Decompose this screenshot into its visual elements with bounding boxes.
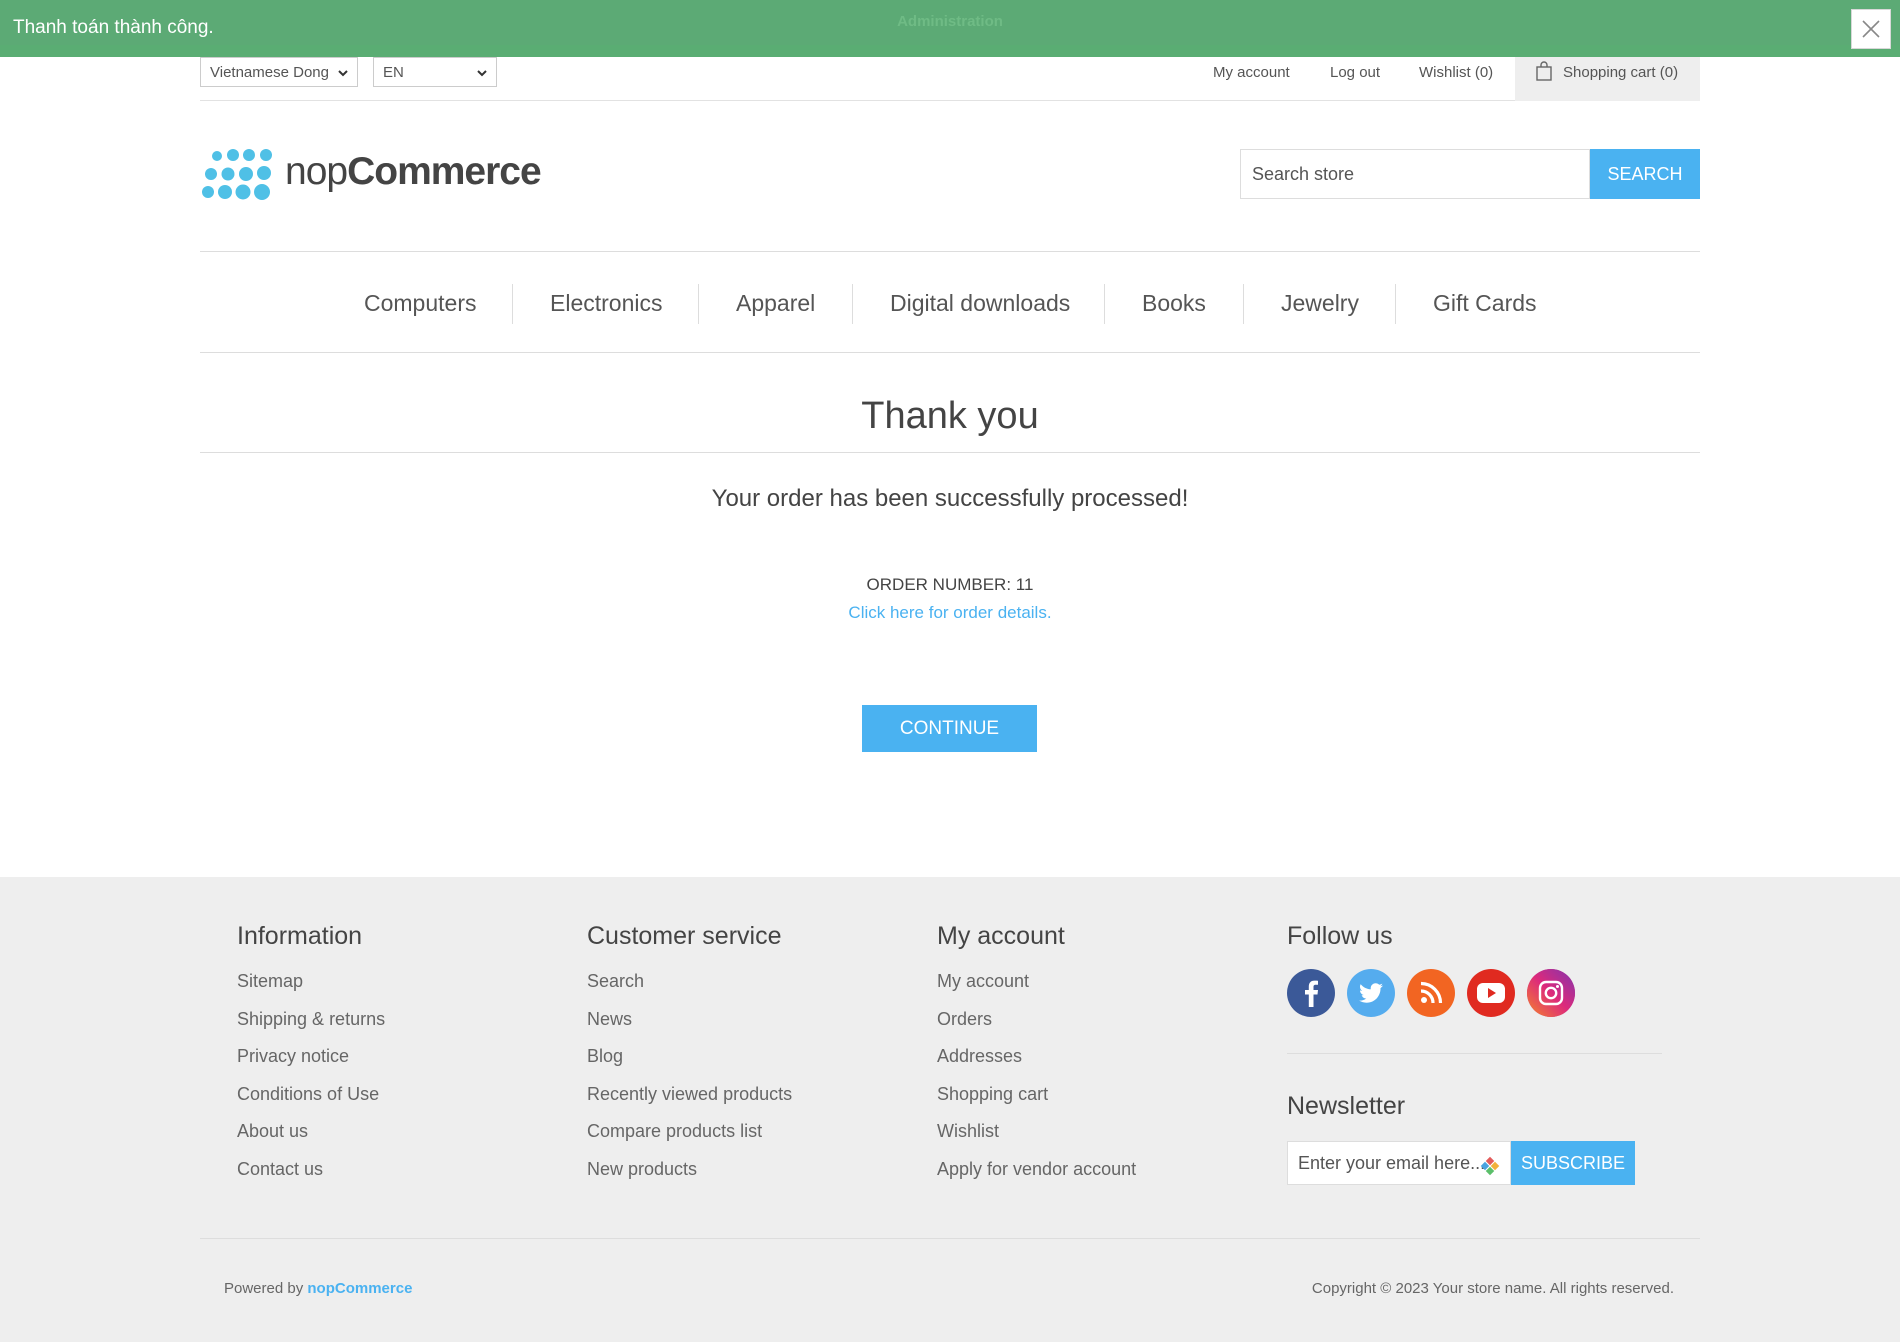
powered-by: Powered by nopCommerce xyxy=(224,1280,412,1297)
menu-item-apparel[interactable]: Apparel xyxy=(736,252,815,354)
footer-link-sitemap[interactable]: Sitemap xyxy=(237,970,385,1008)
footer-link-shopping-cart[interactable]: Shopping cart xyxy=(937,1083,1136,1121)
instagram-glyph xyxy=(1527,969,1575,1017)
currency-selector[interactable]: Vietnamese Dong xyxy=(200,57,358,87)
rss-glyph xyxy=(1420,981,1443,1004)
footer-link-addresses[interactable]: Addresses xyxy=(937,1045,1136,1083)
rss-icon[interactable] xyxy=(1407,969,1455,1017)
log-out-link[interactable]: Log out xyxy=(1330,64,1380,81)
footer-link-shipping-returns[interactable]: Shipping & returns xyxy=(237,1008,385,1046)
footer-link-compare-products[interactable]: Compare products list xyxy=(587,1120,792,1158)
twitter-icon[interactable] xyxy=(1347,969,1395,1017)
footer-link-privacy-notice[interactable]: Privacy notice xyxy=(237,1045,385,1083)
footer-link-wishlist[interactable]: Wishlist xyxy=(937,1120,1136,1158)
copyright-text: Copyright © 2023 Your store name. All ri… xyxy=(1311,1280,1674,1297)
subscribe-button[interactable]: Subscribe xyxy=(1511,1141,1635,1185)
footer-link-contact-us[interactable]: Contact us xyxy=(237,1158,385,1196)
order-success-message: Your order has been successfully process… xyxy=(711,485,1189,512)
search-input[interactable] xyxy=(1240,149,1590,199)
youtube-glyph xyxy=(1477,983,1505,1003)
wishlist-link[interactable]: Wishlist (0) xyxy=(1419,64,1493,81)
footer-link-recently-viewed[interactable]: Recently viewed products xyxy=(587,1083,792,1121)
footer-link-my-account[interactable]: My account xyxy=(937,970,1136,1008)
success-notification-bar: Administration Thanh toán thành công. xyxy=(0,0,1900,57)
powered-by-link[interactable]: nopCommerce xyxy=(307,1280,412,1297)
title-divider xyxy=(200,452,1700,453)
my-account-link[interactable]: My account xyxy=(1213,64,1290,81)
notification-message: Thanh toán thành công. xyxy=(13,17,214,38)
youtube-icon[interactable] xyxy=(1467,969,1515,1017)
footer-link-search[interactable]: Search xyxy=(587,970,792,1008)
menu-item-gift-cards[interactable]: Gift Cards xyxy=(1433,252,1537,354)
close-icon xyxy=(1862,20,1880,38)
footer-heading: Information xyxy=(237,922,363,950)
footer-heading: My account xyxy=(937,922,1065,950)
footer-link-news[interactable]: News xyxy=(587,1008,792,1046)
footer-link-orders[interactable]: Orders xyxy=(937,1008,1136,1046)
nopcommerce-logo-icon xyxy=(202,149,272,200)
newsletter-heading: Newsletter xyxy=(1287,1092,1406,1120)
footer-link-blog[interactable]: Blog xyxy=(587,1045,792,1083)
logo-text-bold: Commerce xyxy=(347,150,542,193)
footer-link-about-us[interactable]: About us xyxy=(237,1120,385,1158)
chevron-down-icon xyxy=(477,70,487,77)
language-selector[interactable]: EN xyxy=(373,57,497,87)
menu-item-books[interactable]: Books xyxy=(1142,252,1206,354)
store-logo[interactable]: nopCommerce xyxy=(200,147,542,207)
powered-by-text: Powered by xyxy=(224,1280,304,1297)
footer-heading: Customer service xyxy=(587,922,782,950)
instagram-icon[interactable] xyxy=(1527,969,1575,1017)
menu-item-computers[interactable]: Computers xyxy=(364,252,476,354)
footer-divider xyxy=(200,1238,1700,1239)
header-links-bar: Vietnamese Dong EN My account Log out Wi… xyxy=(200,55,1700,101)
shopping-bag-icon xyxy=(1536,61,1552,81)
logo-wordmark: nopCommerce xyxy=(285,150,542,194)
menu-item-digital-downloads[interactable]: Digital downloads xyxy=(890,252,1070,354)
top-menu: Computers Electronics Apparel Digital do… xyxy=(200,251,1700,353)
shopping-cart-box[interactable]: Shopping cart (0) xyxy=(1515,55,1700,101)
search-button[interactable]: Search xyxy=(1590,149,1700,199)
facebook-glyph xyxy=(1305,980,1318,1007)
shopping-cart-link[interactable]: Shopping cart (0) xyxy=(1563,64,1678,81)
menu-separator xyxy=(1243,284,1244,324)
menu-item-electronics[interactable]: Electronics xyxy=(550,252,662,354)
footer-information: Information Sitemap Shipping & returns P… xyxy=(237,922,385,1195)
footer-follow-us: Follow us xyxy=(1287,922,1393,970)
footer-link-conditions-of-use[interactable]: Conditions of Use xyxy=(237,1083,385,1121)
twitter-glyph xyxy=(1359,983,1383,1003)
page: Administration Thanh toán thành công. Vi… xyxy=(0,0,1900,1342)
follow-us-divider xyxy=(1287,1053,1662,1054)
language-selected: EN xyxy=(383,64,404,81)
order-details-link[interactable]: Click here for order details. xyxy=(848,603,1051,622)
footer-my-account: My account My account Orders Addresses S… xyxy=(937,922,1136,1195)
order-number: ORDER NUMBER: 11 xyxy=(866,575,1034,594)
footer-heading: Follow us xyxy=(1287,922,1393,950)
page-title: Thank you xyxy=(861,395,1039,437)
menu-item-jewelry[interactable]: Jewelry xyxy=(1281,252,1359,354)
footer-link-apply-vendor[interactable]: Apply for vendor account xyxy=(937,1158,1136,1196)
continue-button[interactable]: Continue xyxy=(862,705,1037,752)
close-notification-button[interactable] xyxy=(1851,9,1891,49)
chevron-down-icon xyxy=(338,70,348,77)
menu-separator xyxy=(852,284,853,324)
facebook-icon[interactable] xyxy=(1287,969,1335,1017)
newsletter-email-input[interactable] xyxy=(1287,1141,1511,1185)
footer: Information Sitemap Shipping & returns P… xyxy=(0,877,1900,1342)
footer-customer-service: Customer service Search News Blog Recent… xyxy=(587,922,792,1195)
menu-separator xyxy=(698,284,699,324)
menu-separator xyxy=(1104,284,1105,324)
footer-link-new-products[interactable]: New products xyxy=(587,1158,792,1196)
password-manager-icon[interactable] xyxy=(1480,1156,1500,1176)
administration-link[interactable]: Administration xyxy=(0,13,1900,30)
order-details-container: Click here for order details. xyxy=(200,603,1700,623)
currency-selected: Vietnamese Dong xyxy=(210,64,329,81)
logo-text-light: nop xyxy=(285,150,348,193)
menu-separator xyxy=(1395,284,1396,324)
menu-separator xyxy=(512,284,513,324)
